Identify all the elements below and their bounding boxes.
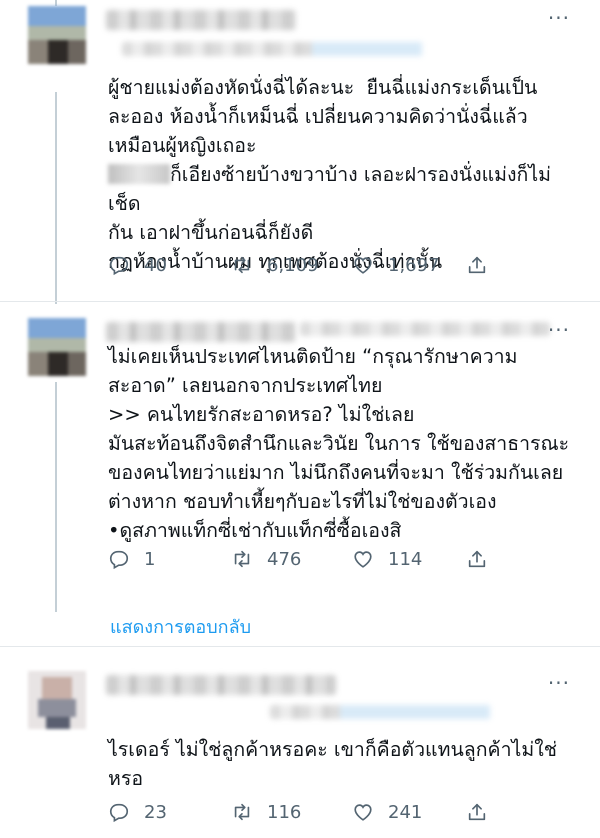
reply-count: 1 (144, 548, 156, 570)
share-button[interactable] (466, 250, 502, 280)
tweet-text: ผู้ชายแม่งต้องหัดนั่งฉี่ได้ละนะ ยืนฉี่แม… (108, 73, 570, 276)
share-icon (468, 803, 486, 821)
retweet-button[interactable]: 476 (231, 544, 301, 574)
share-icon (468, 256, 486, 274)
avatar[interactable] (28, 671, 86, 729)
avatar[interactable] (28, 6, 86, 64)
author-handle-blurred (122, 42, 422, 56)
author-handle-blurred (300, 322, 550, 336)
retweet-count: 6,109 (267, 254, 319, 276)
retweet-icon (234, 550, 250, 568)
tweet-actions: 1 476 114 (108, 544, 508, 574)
author-name-blurred[interactable] (106, 675, 336, 695)
reply-button[interactable]: 40 (108, 250, 167, 280)
more-options-icon[interactable]: ··· (548, 671, 570, 695)
blurred-word (108, 164, 170, 184)
more-options-icon[interactable]: ··· (548, 6, 570, 30)
like-button[interactable]: 241 (352, 797, 422, 827)
tweet-text-part-1: ผู้ชายแม่งต้องหัดนั่งฉี่ได้ละนะ ยืนฉี่แม… (108, 76, 538, 157)
tweet-actions: 40 6,109 1,697 (108, 250, 508, 280)
retweet-count: 116 (267, 801, 302, 823)
show-replies-link[interactable]: แสดงการตอบกลับ (110, 612, 251, 641)
share-button[interactable] (466, 797, 502, 827)
retweet-button[interactable]: 6,109 (231, 250, 319, 280)
tweet-actions: 23 116 241 (108, 797, 508, 827)
author-name-blurred[interactable] (106, 322, 296, 342)
retweet-count: 476 (267, 548, 302, 570)
like-count: 114 (388, 548, 423, 570)
tweet-2[interactable]: ··· ไม่เคยเห็นประเทศไหนติดป้าย “กรุณารัก… (0, 302, 600, 642)
more-options-icon[interactable]: ··· (548, 318, 570, 342)
like-count: 1,697 (388, 254, 440, 276)
tweet-text: ไม่เคยเห็นประเทศไหนติดป้าย “กรุณารักษาคว… (108, 345, 570, 542)
reply-icon (109, 256, 129, 276)
tweet-text: ไรเดอร์ ไม่ใช่ลูกค้าหรอคะ เขาก็คือตัวแทน… (108, 738, 557, 790)
reply-count: 23 (144, 801, 167, 823)
heart-icon (354, 257, 372, 274)
tweet-1[interactable]: ··· ผู้ชายแม่งต้องหัดนั่งฉี่ได้ละนะ ยืนฉ… (0, 0, 600, 300)
retweet-button[interactable]: 116 (231, 797, 301, 827)
tweet-3[interactable]: ··· ไรเดอร์ ไม่ใช่ลูกค้าหรอคะ เขาก็คือตั… (0, 647, 600, 838)
reply-icon (109, 803, 129, 823)
share-button[interactable] (466, 544, 502, 574)
author-name-blurred[interactable] (106, 10, 296, 30)
heart-icon (354, 551, 372, 568)
retweet-icon (234, 256, 250, 274)
reply-button[interactable]: 1 (108, 544, 155, 574)
heart-icon (354, 804, 372, 821)
reply-icon (109, 550, 129, 570)
reply-button[interactable]: 23 (108, 797, 167, 827)
like-button[interactable]: 114 (352, 544, 422, 574)
author-handle-blurred (270, 705, 490, 719)
avatar[interactable] (28, 318, 86, 376)
like-count: 241 (388, 801, 423, 823)
share-icon (468, 550, 486, 568)
like-button[interactable]: 1,697 (352, 250, 440, 280)
retweet-icon (234, 803, 250, 821)
reply-count: 40 (144, 254, 167, 276)
